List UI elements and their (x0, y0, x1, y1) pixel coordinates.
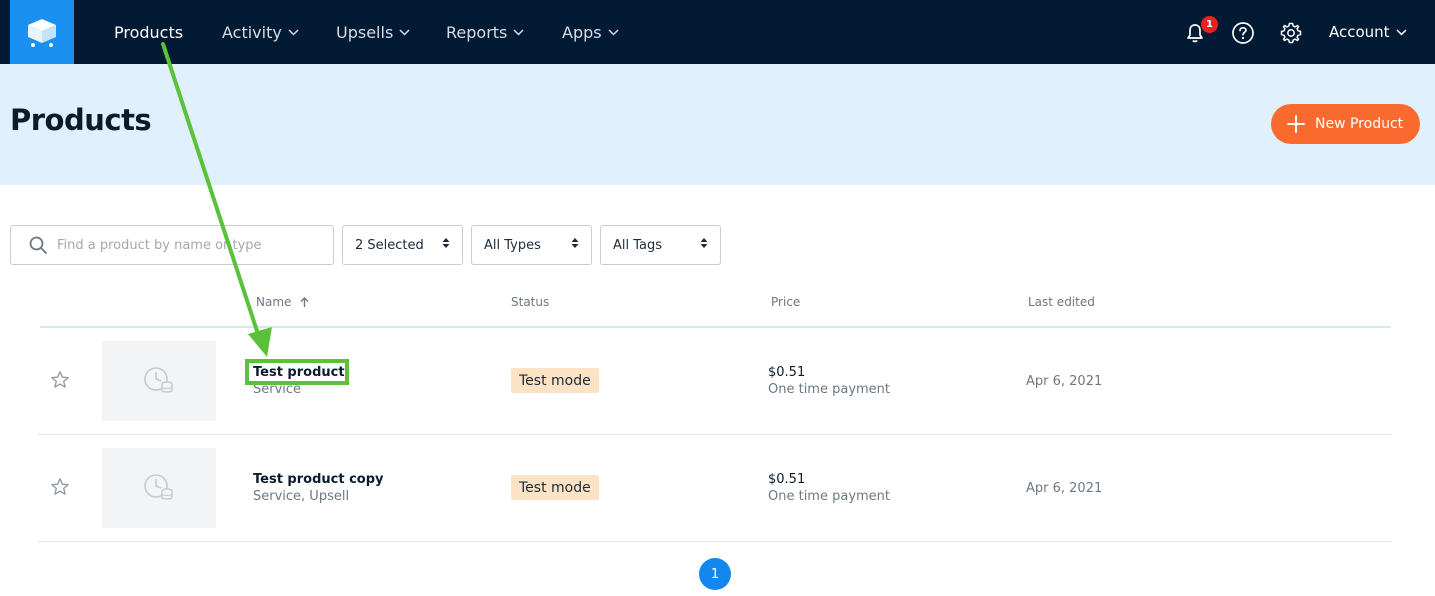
type-filter-select[interactable]: All Types (471, 225, 592, 265)
favorite-star-button[interactable] (49, 369, 71, 391)
page-title: Products (10, 103, 152, 137)
help-button[interactable] (1230, 20, 1256, 46)
product-name-link[interactable]: Test product copy (253, 472, 384, 487)
pagination-page-button[interactable]: 1 (699, 558, 731, 590)
nav-products[interactable]: Products (114, 0, 183, 64)
product-placeholder-icon (144, 367, 173, 393)
product-thumbnail[interactable] (102, 341, 216, 421)
favorite-star-button[interactable] (49, 476, 71, 498)
row-divider (38, 434, 1392, 435)
price-note: One time payment (768, 382, 891, 397)
last-edited-date: Apr 6, 2021 (1026, 481, 1103, 496)
sort-updown-icon (700, 237, 708, 253)
settings-button[interactable] (1278, 20, 1304, 46)
status-badge: Test mode (511, 368, 599, 393)
product-type: Service, Upsell (253, 489, 350, 504)
account-menu[interactable]: Account (1329, 0, 1407, 64)
price-note: One time payment (768, 489, 891, 504)
search-input[interactable] (57, 237, 307, 253)
product-search[interactable] (10, 225, 334, 265)
search-icon (29, 236, 47, 254)
product-price: $0.51 (768, 365, 806, 380)
nav-apps[interactable]: Apps (562, 0, 619, 64)
column-header-last-edited[interactable]: Last edited (1028, 295, 1095, 309)
new-product-button[interactable]: New Product (1271, 104, 1420, 144)
last-edited-date: Apr 6, 2021 (1026, 374, 1103, 389)
column-header-name-label: Name (256, 295, 292, 309)
row-divider (38, 541, 1392, 542)
account-label: Account (1329, 23, 1390, 41)
nav-upsells-label: Upsells (336, 22, 394, 42)
top-navigation: Products Activity Upsells Reports Apps 1 (0, 0, 1435, 64)
column-header-name[interactable]: Name (256, 295, 309, 309)
app-logo-icon (28, 19, 56, 47)
status-badge: Test mode (511, 475, 599, 500)
chevron-down-icon (399, 28, 410, 36)
sort-updown-icon (442, 237, 450, 253)
star-icon (51, 371, 69, 388)
page-header (0, 64, 1435, 185)
tag-filter-select[interactable]: All Tags (600, 225, 721, 265)
column-header-price[interactable]: Price (771, 295, 800, 309)
table-header-divider (40, 326, 1391, 328)
notification-count-badge: 1 (1201, 16, 1218, 33)
nav-reports-label: Reports (446, 22, 508, 42)
product-thumbnail[interactable] (102, 448, 216, 528)
app-logo[interactable] (10, 0, 74, 64)
nav-upsells[interactable]: Upsells (336, 0, 410, 64)
status-filter-value: 2 Selected (355, 237, 424, 253)
nav-activity-label: Activity (222, 22, 282, 42)
product-placeholder-icon (144, 474, 173, 500)
tag-filter-value: All Tags (613, 237, 663, 253)
plus-icon (1287, 115, 1305, 133)
sort-up-arrow-icon (300, 296, 309, 308)
chevron-down-icon (608, 28, 619, 36)
chevron-down-icon (1396, 28, 1407, 36)
new-product-label: New Product (1315, 116, 1404, 132)
nav-activity[interactable]: Activity (222, 0, 299, 64)
product-price: $0.51 (768, 472, 806, 487)
nav-reports[interactable]: Reports (446, 0, 524, 64)
help-icon (1232, 22, 1254, 44)
status-filter-select[interactable]: 2 Selected (342, 225, 463, 265)
chevron-down-icon (288, 28, 299, 36)
chevron-down-icon (513, 28, 524, 36)
nav-apps-label: Apps (562, 22, 602, 42)
product-type: Service (253, 382, 302, 397)
star-icon (51, 478, 69, 495)
product-name-link[interactable]: Test product (253, 365, 345, 380)
gear-icon (1280, 22, 1302, 44)
nav-products-label: Products (114, 22, 184, 42)
type-filter-value: All Types (484, 237, 541, 253)
column-header-status[interactable]: Status (511, 295, 549, 309)
sort-updown-icon (571, 237, 579, 253)
